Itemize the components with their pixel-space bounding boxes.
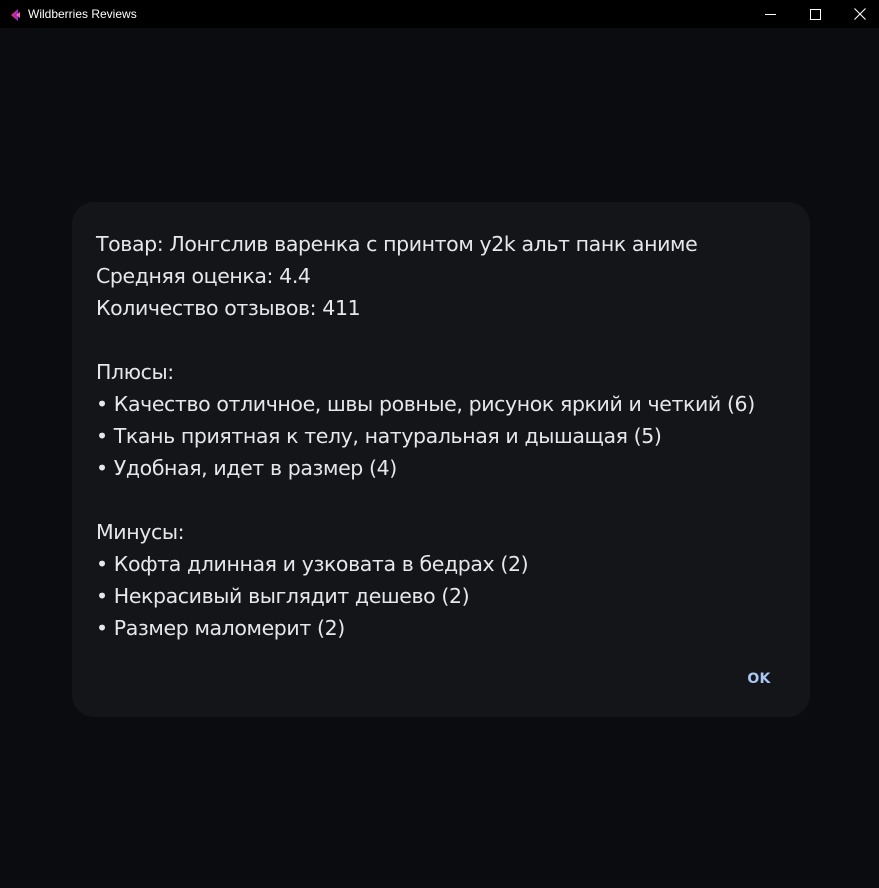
cons-item: • Размер маломерит (2) — [96, 616, 345, 640]
pros-heading: Плюсы: — [96, 360, 174, 384]
cons-heading: Минусы: — [96, 520, 185, 544]
review-summary-dialog: Товар: Лонгслив варенка с принтом y2k ал… — [72, 202, 810, 717]
maximize-icon — [809, 8, 821, 20]
minimize-icon — [764, 9, 776, 20]
cons-item: • Кофта длинная и узковата в бедрах (2) — [96, 552, 529, 576]
wildberries-logo-icon — [8, 7, 22, 21]
review-count: Количество отзывов: 411 — [96, 296, 361, 320]
close-icon — [854, 8, 866, 20]
dialog-content: Товар: Лонгслив варенка с принтом y2k ал… — [96, 228, 796, 644]
pros-item: • Ткань приятная к телу, натуральная и д… — [96, 424, 662, 448]
window-title: Wildberries Reviews — [28, 7, 137, 21]
minimize-button[interactable] — [747, 0, 793, 28]
pros-item: • Качество отличное, швы ровные, рисунок… — [96, 392, 755, 416]
ok-button[interactable]: OK — [736, 664, 782, 694]
average-rating: Средняя оценка: 4.4 — [96, 264, 311, 288]
app-window: Wildberries Reviews Товар: Лонгслив варе… — [0, 0, 879, 888]
close-button[interactable] — [837, 0, 879, 28]
cons-item: • Некрасивый выглядит дешево (2) — [96, 584, 470, 608]
maximize-button[interactable] — [792, 0, 838, 28]
pros-item: • Удобная, идет в размер (4) — [96, 456, 397, 480]
product-name: Товар: Лонгслив варенка с принтом y2k ал… — [96, 232, 698, 256]
title-bar[interactable]: Wildberries Reviews — [0, 0, 879, 28]
